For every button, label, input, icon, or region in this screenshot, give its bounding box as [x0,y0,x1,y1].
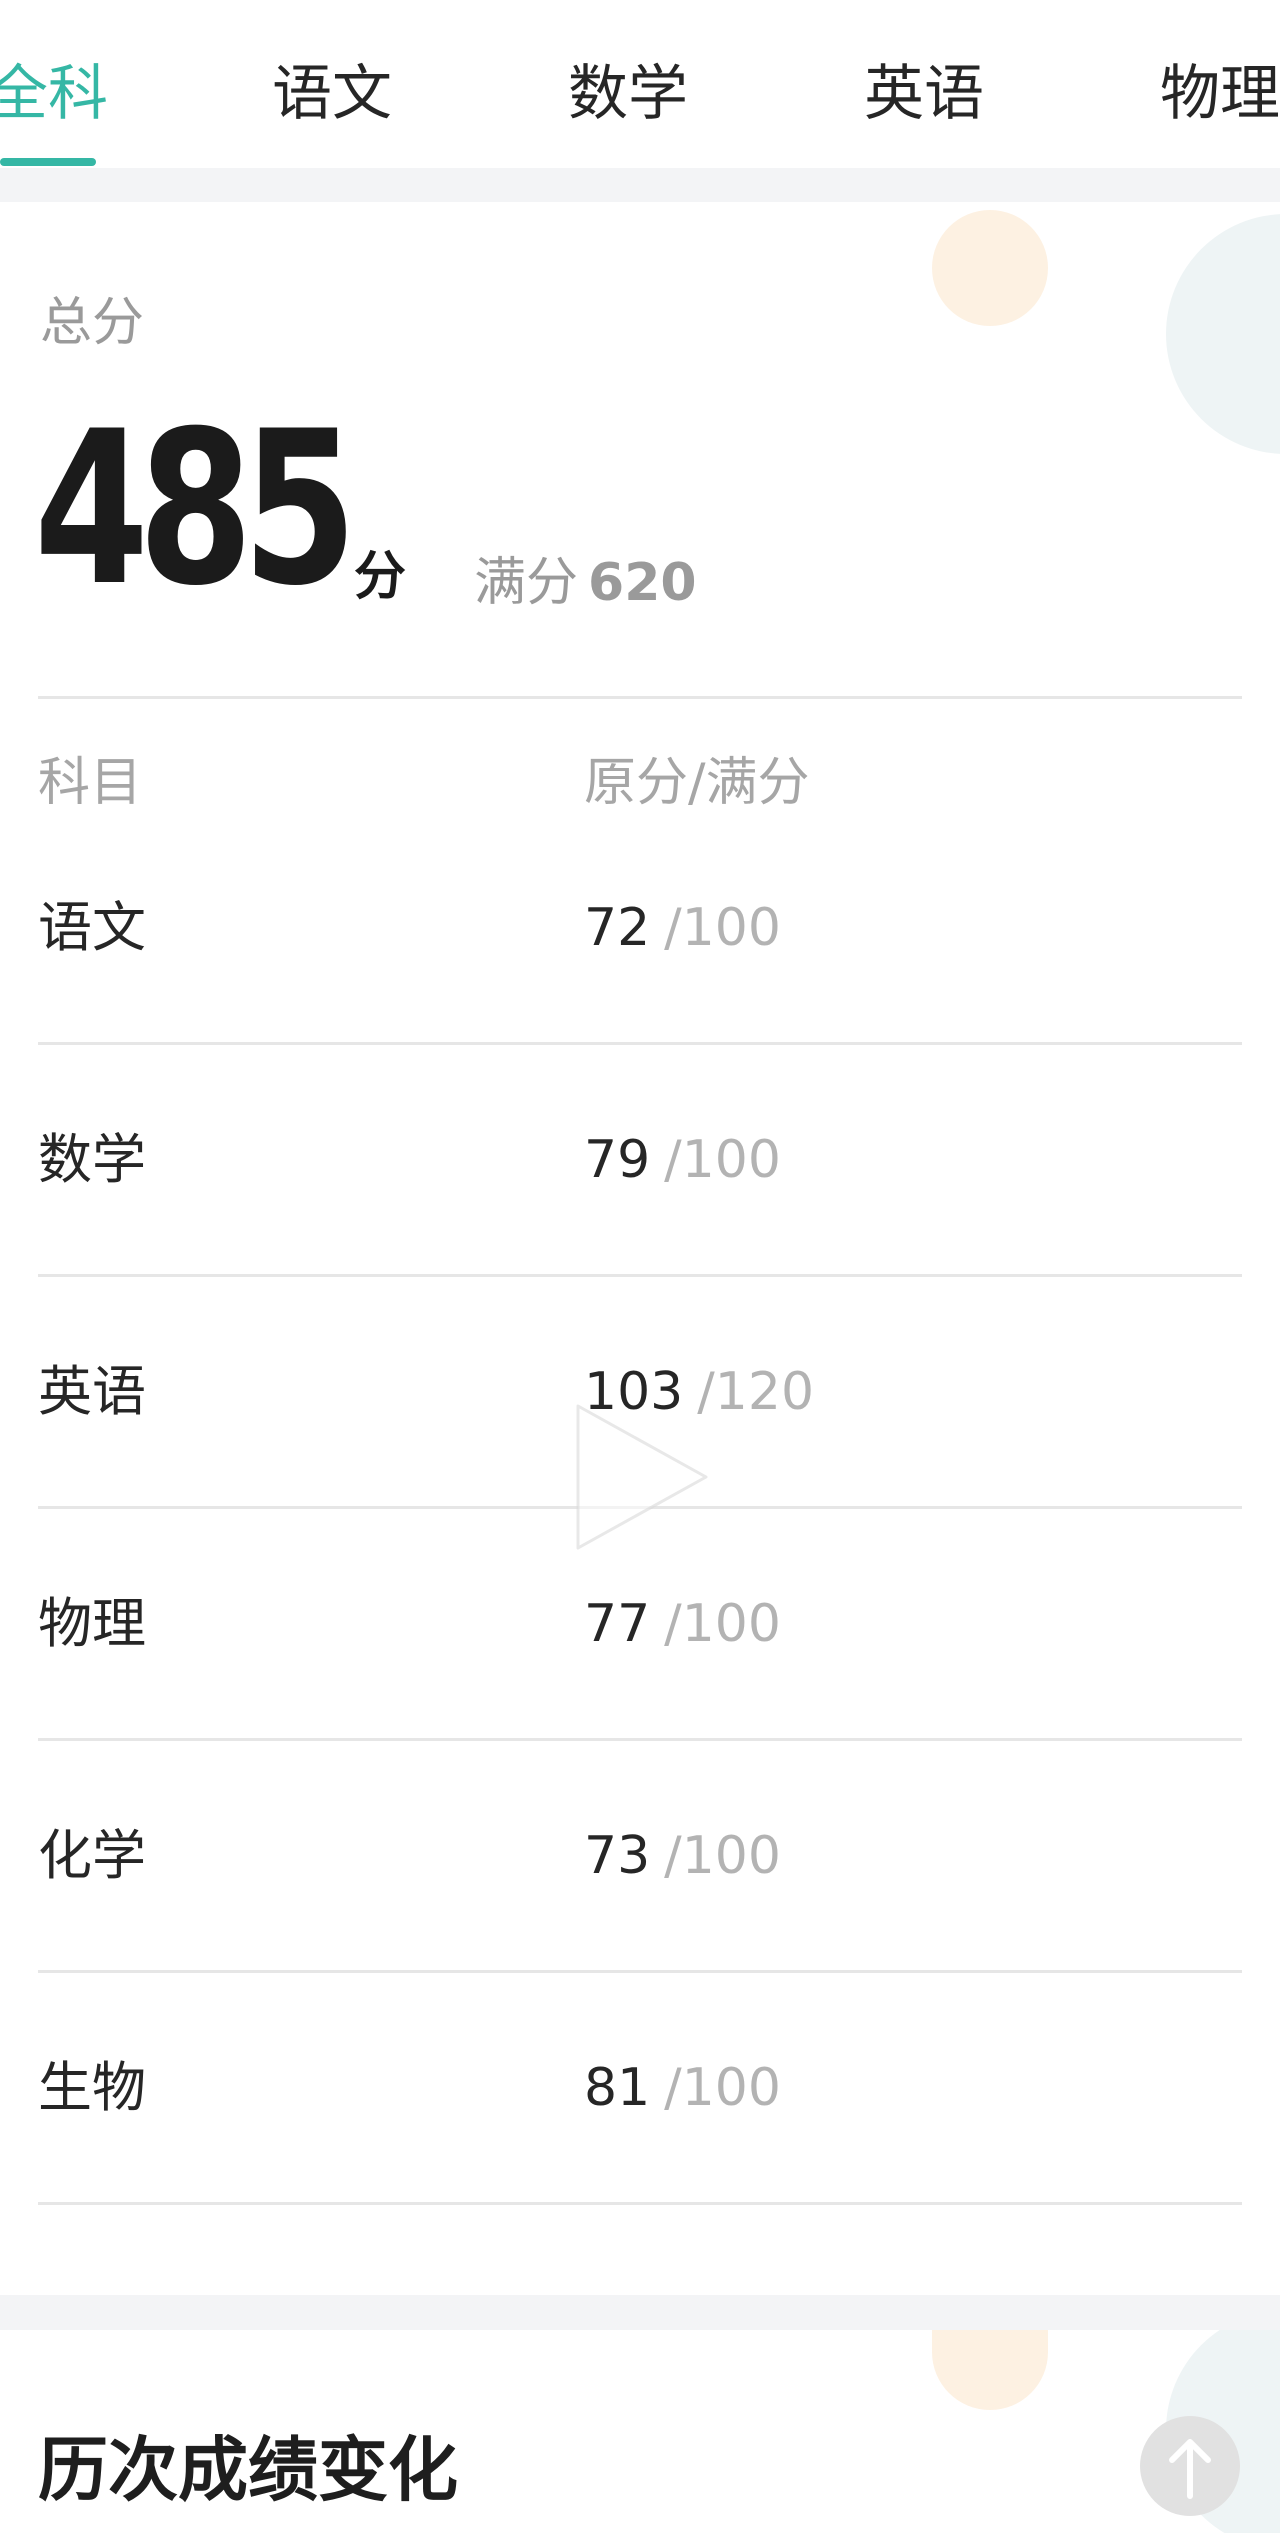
full-mark-label: 满分 [474,553,579,613]
tab-math[interactable]: 数学 [568,58,688,130]
divider [38,696,1242,699]
subject-score: 77/100 [584,1592,781,1656]
tab-all-subjects[interactable]: 全科 [0,58,108,130]
subject-name: 生物 [38,2056,146,2119]
subject-score: 72/100 [584,896,781,960]
raw-score: 79 [584,1130,651,1190]
column-header-subject: 科目 [38,753,143,813]
tab-chinese[interactable]: 语文 [272,58,392,130]
subject-score: 81/100 [584,2056,781,2120]
total-score-value: 485 [34,385,357,632]
subject-score: 73/100 [584,1824,781,1888]
tab-physics[interactable]: 物理 [1160,58,1280,130]
subject-name: 语文 [38,896,146,959]
full-score: /100 [664,898,781,958]
column-header-score: 原分/满分 [584,753,810,813]
divider [38,1042,1242,1045]
total-score-label: 总分 [40,293,145,353]
score-card: 总分 485 分 满分 620 科目 原分/满分 语文 72/100 数学 79/… [0,202,1280,2295]
decorative-circle [932,2330,1048,2410]
subject-tab-bar: 全科 语文 数学 英语 物理 [0,0,1280,168]
subject-name: 英语 [38,1360,146,1423]
back-to-top-button[interactable] [1140,2416,1240,2516]
subject-score: 79/100 [584,1128,781,1192]
decorative-circle [1166,214,1280,454]
divider [38,1274,1242,1277]
raw-score: 77 [584,1594,651,1654]
tab-english[interactable]: 英语 [864,58,984,130]
section-title: 历次成绩变化 [38,2429,458,2511]
play-icon[interactable] [560,1392,720,1562]
full-mark-value: 620 [588,553,697,613]
divider [38,1738,1242,1741]
decorative-circle [932,210,1048,326]
full-score: /100 [664,1594,781,1654]
full-score: /100 [664,1130,781,1190]
subject-name: 物理 [38,1592,146,1655]
history-card: 历次成绩变化 [0,2330,1280,2533]
raw-score: 72 [584,898,651,958]
full-score: /100 [664,2058,781,2118]
divider [38,1970,1242,1973]
active-tab-indicator [0,158,96,166]
subject-name: 数学 [38,1128,146,1191]
arrow-up-icon [1169,2439,1211,2499]
full-score: /100 [664,1826,781,1886]
subject-name: 化学 [38,1824,146,1887]
full-mark: 满分 620 [474,552,697,614]
raw-score: 81 [584,2058,651,2118]
raw-score: 73 [584,1826,651,1886]
total-score-unit: 分 [354,547,407,607]
divider [38,2202,1242,2205]
